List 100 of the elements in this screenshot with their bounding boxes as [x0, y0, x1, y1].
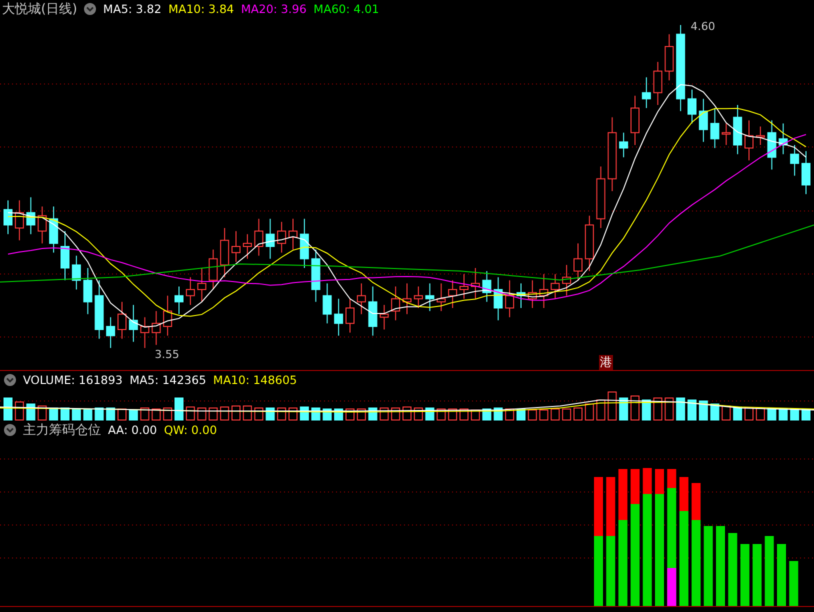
indicator-value: MA5: 3.82 [103, 2, 162, 16]
candlestick [460, 274, 468, 300]
dropdown-icon[interactable] [4, 374, 16, 386]
candlestick [163, 295, 172, 336]
candlestick [208, 249, 218, 290]
candlestick [584, 215, 594, 272]
candlestick [197, 268, 206, 302]
candlestick [425, 282, 434, 312]
volume-bar [208, 408, 218, 420]
position-bar [740, 544, 750, 606]
chart-title: 大悦城(日线) [2, 1, 78, 18]
indicator-value: MA20: 3.96 [240, 2, 307, 16]
candlestick [767, 120, 776, 170]
volume-bar [49, 408, 58, 420]
candlestick [494, 276, 503, 321]
candlestick [574, 242, 582, 281]
volume-bar [664, 398, 674, 420]
indicator-value: MA5: 142365 [130, 372, 206, 386]
volume-bar [163, 408, 172, 420]
candlestick [733, 104, 742, 155]
indicator-value: QW: 0.00 [164, 422, 217, 436]
volume-bar [94, 408, 104, 420]
candlestick [266, 218, 275, 260]
candlestick [14, 200, 24, 241]
candlestick [334, 298, 344, 336]
candlestick [550, 274, 560, 300]
candlestick [698, 98, 708, 142]
volume-bar [288, 408, 298, 420]
candlestick [346, 298, 354, 334]
candlestick [277, 221, 286, 254]
candlestick [630, 95, 640, 146]
volume-bar [254, 408, 264, 420]
candlestick [106, 316, 116, 348]
candlestick [322, 282, 332, 324]
indicator-value: VOLUME: 161893 [23, 372, 123, 386]
candlestick [722, 122, 731, 146]
volume-bar [197, 408, 206, 420]
candlestick [778, 122, 788, 155]
candlestick [49, 206, 58, 254]
volume-bar [562, 408, 572, 420]
candlestick [619, 132, 628, 158]
candlestick [688, 89, 696, 124]
candlestick [300, 218, 309, 268]
position-bar [752, 544, 762, 606]
indicator-value: AA: 0.00 [108, 422, 157, 436]
candlestick [756, 126, 765, 146]
volume-bar [106, 408, 116, 420]
volume-bar [528, 410, 537, 420]
position-bar [764, 536, 774, 606]
high-price-label: 4.60 [690, 20, 716, 33]
candlestick [414, 286, 423, 308]
candlestick [470, 268, 480, 300]
candlestick [186, 276, 195, 306]
volume-bar [584, 404, 594, 420]
dropdown-icon[interactable] [4, 424, 16, 436]
volume-bar [83, 408, 92, 420]
candlestick [562, 264, 572, 296]
volume-bar [778, 408, 788, 420]
candlestick [254, 218, 264, 256]
candlestick [288, 218, 298, 250]
volume-bar [4, 398, 12, 420]
volume-bar [516, 408, 526, 420]
volume-bar [118, 408, 126, 420]
candlestick [539, 274, 548, 308]
volume-bar [688, 400, 696, 420]
volume-bar [128, 410, 138, 420]
candlestick [174, 286, 184, 315]
dropdown-icon[interactable] [84, 3, 96, 15]
volume-bar [174, 398, 184, 420]
volume-bar [698, 400, 708, 420]
volume-bar [676, 398, 686, 420]
candlestick [311, 249, 320, 302]
volume-bar [539, 410, 548, 420]
candlestick [596, 166, 606, 229]
volume-bar [756, 408, 765, 420]
candlestick [72, 255, 81, 290]
candlestick [436, 282, 446, 312]
candlestick [4, 200, 12, 235]
candlestick [642, 76, 651, 109]
volume-bar [744, 408, 754, 420]
volume-bar [642, 400, 651, 420]
volume-bar [232, 406, 240, 420]
candlestick [242, 234, 252, 260]
volume-bar [140, 408, 150, 420]
candlestick [482, 270, 492, 302]
volume-bar [550, 408, 560, 420]
candlestick [380, 304, 389, 330]
candlestick [83, 268, 92, 315]
volume-bar [790, 408, 800, 420]
indicator-value: MA60: 4.01 [314, 2, 380, 16]
volume-bar [14, 402, 24, 420]
volume-bar [653, 398, 662, 420]
volume-bar [722, 406, 731, 420]
candlestick [128, 304, 138, 342]
market-badge: 港 [599, 355, 613, 370]
candlestick [38, 206, 47, 244]
candlestick [710, 108, 720, 149]
low-price-label: 3.55 [154, 348, 180, 361]
volume-bar [186, 406, 195, 420]
volume-bar [574, 408, 582, 420]
